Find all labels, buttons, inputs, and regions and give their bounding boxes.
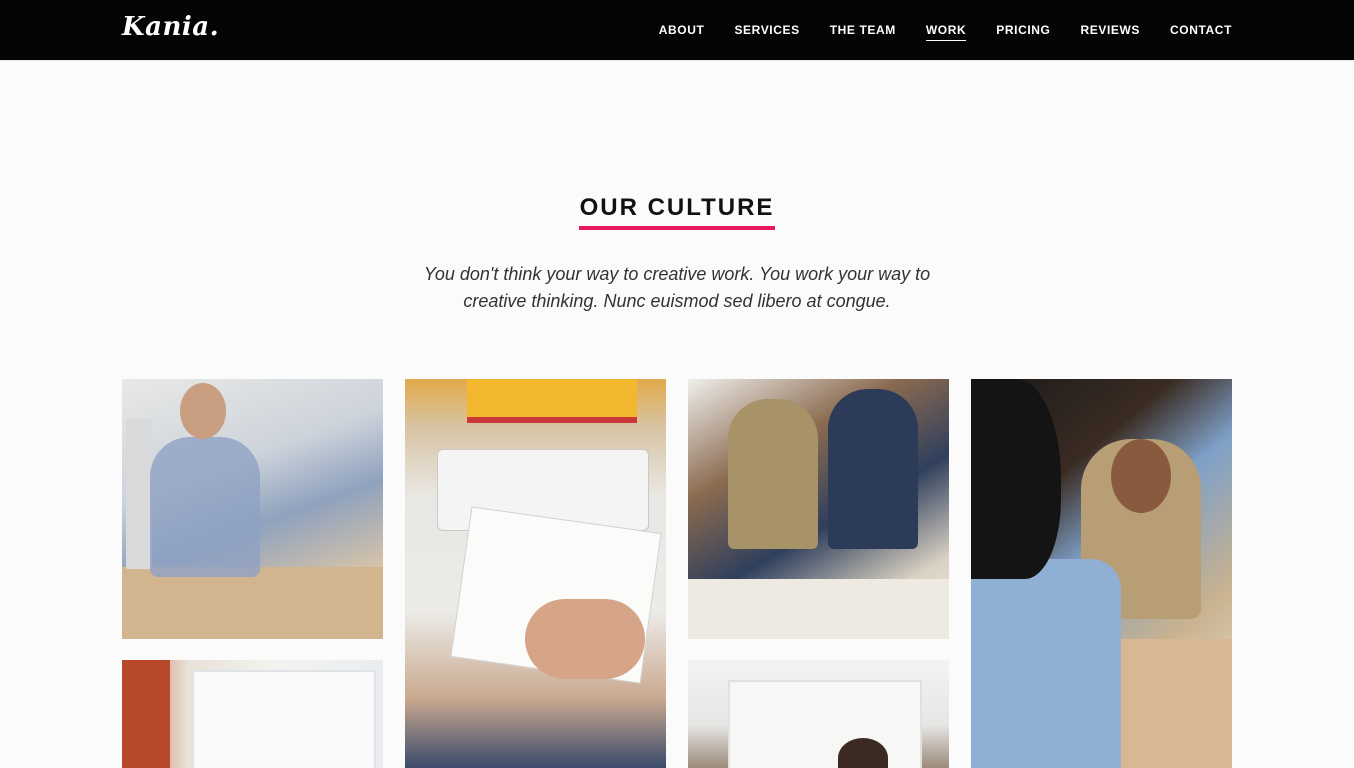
- photo-person-foreground: [971, 559, 1121, 768]
- nav-link-the-team[interactable]: THE TEAM: [830, 21, 896, 40]
- photo-desk: [122, 567, 383, 639]
- nav-link-services[interactable]: SERVICES: [734, 21, 799, 40]
- culture-subtitle: You don't think your way to creative wor…: [423, 264, 931, 311]
- site-logo[interactable]: Kania.: [122, 12, 219, 42]
- photo-window: [192, 670, 376, 768]
- photo-table: [688, 579, 949, 639]
- gallery-photo-woman-smiling[interactable]: [971, 379, 1232, 768]
- nav-link-pricing[interactable]: PRICING: [996, 21, 1050, 40]
- photo-head: [180, 383, 226, 439]
- gallery-photo-man-at-computer[interactable]: [122, 379, 383, 639]
- photo-books: [467, 379, 637, 423]
- main-nav: ABOUT SERVICES THE TEAM WORK PRICING REV…: [659, 0, 1232, 61]
- photo-head: [1111, 439, 1171, 513]
- nav-link-about[interactable]: ABOUT: [659, 21, 705, 40]
- nav-link-contact[interactable]: CONTACT: [1170, 21, 1232, 40]
- photo-door: [728, 680, 922, 768]
- photo-hand: [525, 599, 645, 679]
- photo-shelf: [122, 660, 170, 768]
- gallery-photo-wireframe-sketch[interactable]: [405, 379, 666, 768]
- photo-person: [828, 389, 918, 549]
- nav-link-work[interactable]: WORK: [925, 21, 967, 41]
- gallery-photo-office-window[interactable]: [122, 660, 383, 768]
- section-heading: OUR CULTURE: [0, 194, 1354, 230]
- photo-hair: [971, 379, 1061, 579]
- photo-person: [150, 437, 260, 577]
- nav-link-reviews[interactable]: REVIEWS: [1080, 21, 1140, 40]
- culture-title: OUR CULTURE: [578, 194, 776, 230]
- photo-table: [1111, 639, 1232, 768]
- photo-person: [728, 399, 818, 549]
- gallery-photo-office-room[interactable]: [688, 660, 949, 768]
- photo-monitor: [126, 419, 152, 569]
- gallery-photo-team-meeting[interactable]: [688, 379, 949, 639]
- top-navbar: Kania. ABOUT SERVICES THE TEAM WORK PRIC…: [0, 0, 1354, 61]
